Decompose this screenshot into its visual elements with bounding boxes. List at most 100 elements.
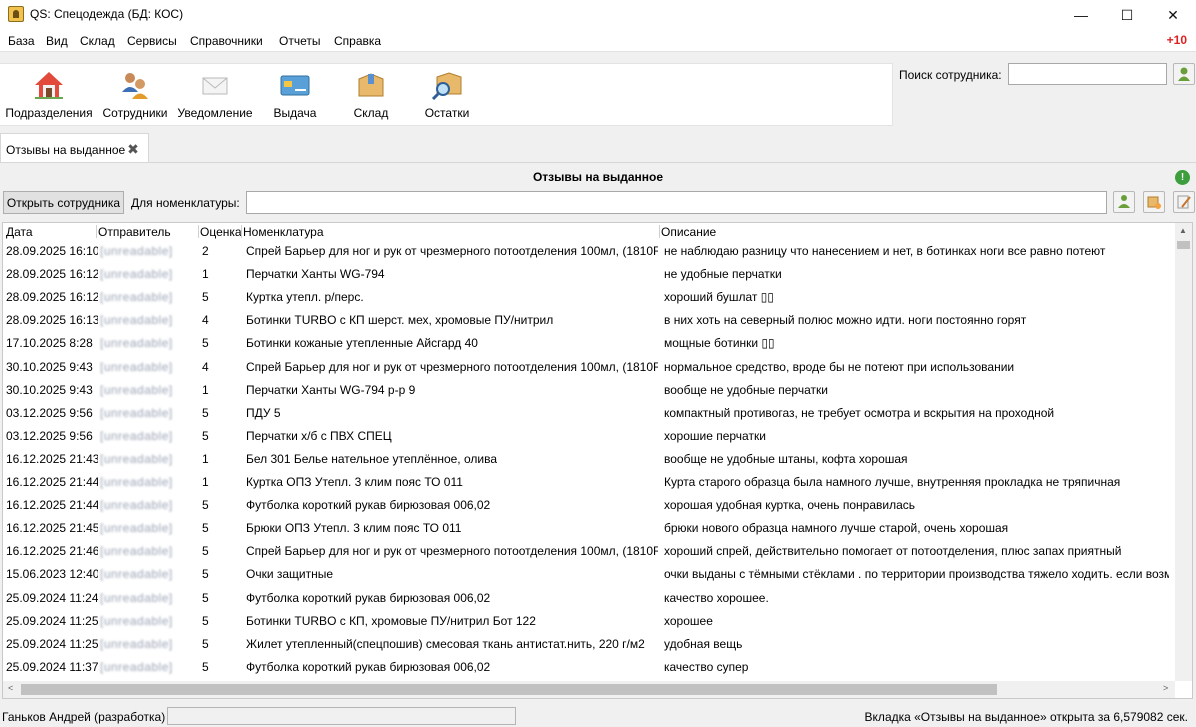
cell-description: качество хорошее. — [664, 590, 769, 605]
table-row[interactable]: 30.10.2025 9:43 [unreadable] 4 Спрей Барьер… — [3, 356, 1175, 379]
table-row[interactable]: 28.09.2025 16:10 [unreadable] 2 Спрей Барье… — [3, 240, 1175, 263]
table-row[interactable]: 25.09.2024 11:25 [unreadable] 5 Ботинки TUR… — [3, 610, 1175, 633]
toolbar-sklad-button[interactable]: Склад — [350, 64, 392, 126]
cell-description: очки выданы с тёмными стёклами . по терр… — [664, 567, 1169, 582]
column-separator[interactable] — [96, 225, 97, 238]
cell-date: 25.09.2024 11:25 — [6, 613, 98, 628]
pick-item-button[interactable] — [1143, 191, 1165, 213]
table-row[interactable]: 25.09.2024 11:24 [unreadable] 5 Футболка ко… — [3, 587, 1175, 610]
cell-description: хороший спрей, действительно помогает от… — [664, 544, 1122, 559]
scroll-up-icon[interactable]: ▲ — [1179, 226, 1187, 235]
cell-sender: [unreadable] — [100, 590, 173, 605]
cell-nomenclature: Ботинки TURBO с КП шерст. мех, хромовые … — [246, 313, 554, 328]
vertical-scrollbar[interactable]: ▲ — [1175, 223, 1192, 681]
tab-otzyvy[interactable]: Отзывы на выданное ✖ — [0, 133, 149, 163]
table-row[interactable]: 15.06.2023 12:40 [unreadable] 5 Очки защитн… — [3, 563, 1175, 586]
table-row[interactable]: 16.12.2025 21:44 [unreadable] 1 Куртка ОПЗ … — [3, 471, 1175, 494]
cell-nomenclature: Перчатки х/б с ПВХ СПЕЦ — [246, 428, 392, 443]
menu-baza[interactable]: База — [8, 34, 35, 48]
cell-date: 17.10.2025 8:28 — [6, 336, 93, 351]
open-employee-button[interactable]: Открыть сотрудника — [3, 191, 124, 214]
table-row[interactable]: 16.12.2025 21:43 [unreadable] 1 Бел 301 Бел… — [3, 448, 1175, 471]
employee-search-input[interactable] — [1008, 63, 1167, 85]
minimize-button[interactable]: — — [1058, 0, 1104, 30]
menu-servisy[interactable]: Сервисы — [127, 34, 177, 48]
column-header-nomenclature[interactable]: Номенклатура — [243, 225, 324, 239]
table-row[interactable]: 17.10.2025 8:28 [unreadable] 5 Ботинки кожа… — [3, 332, 1175, 355]
card-icon — [280, 75, 310, 96]
toolbar-uvedomlenie-button[interactable]: Уведомление — [177, 64, 253, 126]
cell-rating: 5 — [202, 336, 209, 351]
table-row[interactable]: 25.09.2024 11:37 [unreadable] 5 Футболка ко… — [3, 656, 1175, 679]
menu-sklad[interactable]: Склад — [80, 34, 115, 48]
employee-search-label: Поиск сотрудника: — [899, 68, 1002, 82]
cell-rating: 5 — [202, 567, 209, 582]
cell-date: 16.12.2025 21:44 — [6, 498, 98, 513]
cell-date: 28.09.2025 16:13 — [6, 313, 98, 328]
toolbar-sotrudniki-button[interactable]: Сотрудники — [100, 64, 170, 126]
scroll-left-icon[interactable]: < — [8, 683, 13, 693]
cell-description: не наблюдаю разницу что нанесением и нет… — [664, 244, 1106, 258]
notification-counter[interactable]: +10 — [1167, 33, 1187, 47]
column-header-date[interactable]: Дата — [6, 225, 33, 239]
table-row[interactable]: 03.12.2025 9:56 [unreadable] 5 ПДУ 5 компакт… — [3, 402, 1175, 425]
scroll-right-icon[interactable]: > — [1163, 683, 1168, 693]
column-header-sender[interactable]: Отправитель — [98, 225, 171, 239]
table-row[interactable]: 28.09.2025 16:13 [unreadable] 4 Ботинки TUR… — [3, 309, 1175, 332]
cell-nomenclature: Спрей Барьер для ног и рук от чрезмерног… — [246, 244, 658, 258]
cell-rating: 5 — [202, 428, 209, 443]
cell-date: 03.12.2025 9:56 — [6, 405, 93, 420]
menu-spravochniki[interactable]: Справочники — [190, 34, 263, 48]
table-row[interactable]: 28.09.2025 16:12 [unreadable] 1 Перчатки Ха… — [3, 263, 1175, 286]
box-hand-icon — [1147, 196, 1161, 209]
column-separator[interactable] — [659, 225, 660, 238]
table-row[interactable]: 25.09.2024 11:25 [unreadable] 5 Жилет утепл… — [3, 633, 1175, 656]
cell-description: брюки нового образца намного лучше старо… — [664, 521, 1009, 536]
menu-vid[interactable]: Вид — [46, 34, 68, 48]
status-progress-field — [167, 707, 516, 725]
cell-nomenclature: Бел 301 Белье нательное утеплённое, олив… — [246, 451, 497, 466]
cell-date: 28.09.2025 16:12 — [6, 290, 98, 305]
cell-sender: [unreadable] — [100, 475, 173, 489]
cell-description: хорошая удобная куртка, очень понравилас… — [664, 498, 916, 513]
cell-nomenclature: Жилет утепленный(спецпошив) смесовая тка… — [246, 636, 645, 651]
toolbar-podrazdeleniya-button[interactable]: Подразделения — [5, 64, 93, 126]
toolbar-label: Подразделения — [5, 106, 93, 120]
close-tab-icon[interactable]: ✖ — [126, 142, 140, 156]
table-row[interactable]: 16.12.2025 21:46 [unreadable] 5 Спрей Барье… — [3, 540, 1175, 563]
table-row[interactable]: 28.09.2025 16:12 [unreadable] 5 Куртка утеп… — [3, 286, 1175, 309]
cell-nomenclature: Спрей Барьер для ног и рук от чрезмерног… — [246, 544, 658, 559]
filter-person-button[interactable] — [1113, 191, 1135, 213]
employee-search-button[interactable] — [1173, 63, 1195, 85]
close-button[interactable]: ✕ — [1150, 0, 1196, 30]
menu-spravka[interactable]: Справка — [334, 34, 381, 48]
horizontal-scrollbar[interactable]: < > — [3, 681, 1175, 698]
column-separator[interactable] — [198, 225, 199, 238]
table-row[interactable]: 16.12.2025 21:44 [unreadable] 5 Футболка ко… — [3, 494, 1175, 517]
search-box-icon — [431, 72, 462, 100]
column-separator[interactable] — [241, 225, 242, 238]
table-row[interactable]: 30.10.2025 9:43 [unreadable] 1 Перчатки Хан… — [3, 379, 1175, 402]
toolbar-vydacha-button[interactable]: Выдача — [270, 64, 320, 126]
info-icon[interactable]: ! — [1175, 170, 1190, 185]
column-header-rating[interactable]: Оценка — [200, 225, 242, 239]
cell-date: 30.10.2025 9:43 — [6, 382, 93, 397]
nomenclature-input[interactable] — [246, 191, 1107, 214]
table-row[interactable]: 03.12.2025 9:56 [unreadable] 5 Перчатки х/б… — [3, 425, 1175, 448]
cell-date: 25.09.2024 11:25 — [6, 636, 98, 651]
horizontal-scroll-thumb[interactable] — [21, 684, 997, 695]
cell-rating: 4 — [202, 313, 209, 328]
toolbar-ostatki-button[interactable]: Остатки — [422, 64, 472, 126]
cell-description: удобная вещь — [664, 636, 743, 651]
cell-rating: 1 — [202, 267, 209, 282]
column-header-description[interactable]: Описание — [661, 225, 716, 239]
cell-description: Курта старого образца была намного лучше… — [664, 475, 1121, 489]
menu-otchety[interactable]: Отчеты — [279, 34, 320, 48]
vertical-scroll-thumb[interactable] — [1177, 241, 1190, 249]
edit-button[interactable] — [1173, 191, 1195, 213]
table-row[interactable]: 16.12.2025 21:45 [unreadable] 5 Брюки ОПЗ У… — [3, 517, 1175, 540]
maximize-button[interactable]: ☐ — [1104, 0, 1150, 30]
cell-sender: [unreadable] — [100, 498, 173, 513]
cell-nomenclature: Очки защитные — [246, 567, 334, 582]
toolbar-label: Выдача — [273, 106, 317, 120]
